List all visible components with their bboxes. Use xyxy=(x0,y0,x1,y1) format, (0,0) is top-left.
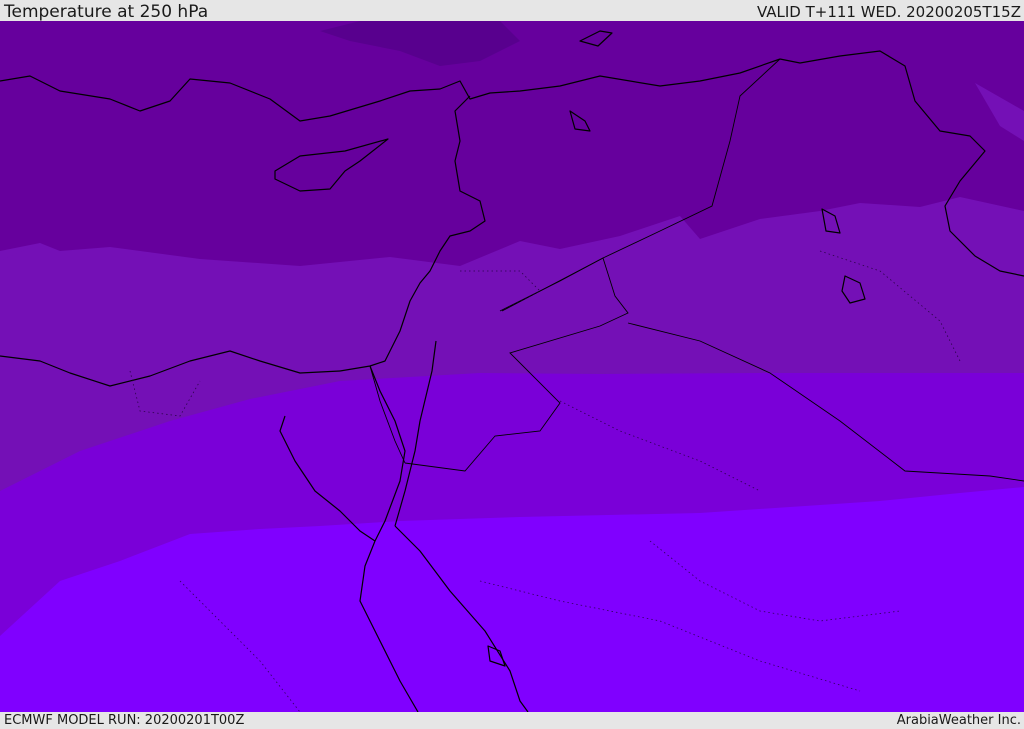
map-header: Temperature at 250 hPa VALID T+111 WED. … xyxy=(0,0,1024,22)
temperature-map[interactable] xyxy=(0,21,1024,712)
map-footer: ECMWF MODEL RUN: 20200201T00Z ArabiaWeat… xyxy=(0,712,1024,729)
model-run-label: ECMWF MODEL RUN: 20200201T00Z xyxy=(4,713,245,728)
credit-label: ArabiaWeather Inc. xyxy=(896,713,1021,728)
map-title: Temperature at 250 hPa xyxy=(4,2,209,22)
valid-time-label: VALID T+111 WED. 20200205T15Z xyxy=(756,3,1021,21)
map-canvas xyxy=(0,21,1024,712)
